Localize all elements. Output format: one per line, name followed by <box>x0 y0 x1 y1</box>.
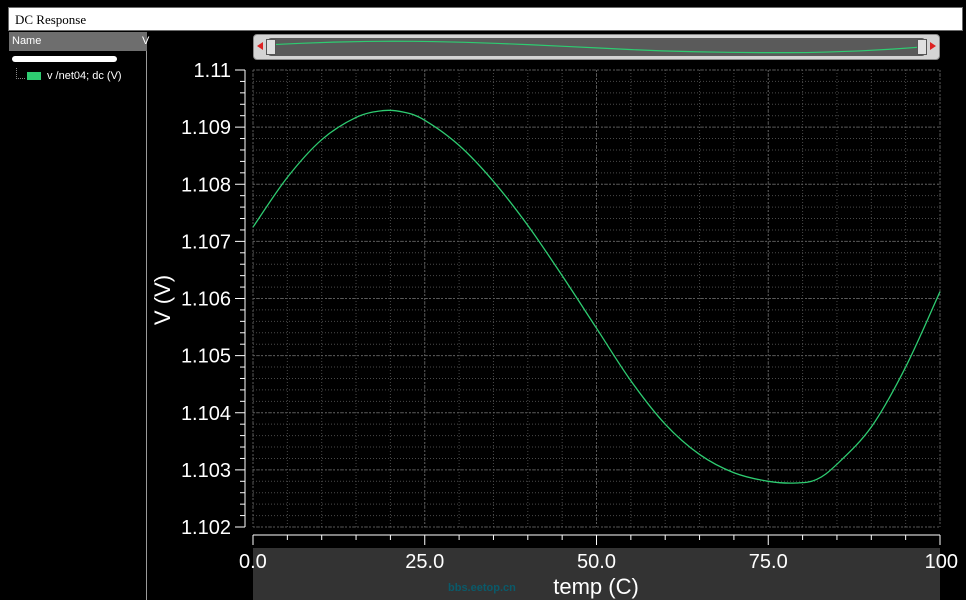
watermark: bbs.eetop.cn <box>448 582 516 594</box>
x-tick-label: 25.0 <box>405 551 444 573</box>
grid <box>252 69 941 528</box>
x-tick-label: 100 <box>925 551 958 573</box>
y-tick-label: 1.106 <box>181 289 231 311</box>
y-tick-label: 1.108 <box>181 174 231 196</box>
x-tick-label: 0.0 <box>239 551 267 573</box>
y-axis-title: V (V) <box>150 275 175 325</box>
y-tick-label: 1.109 <box>181 117 231 139</box>
x-axis-title: temp (C) <box>553 574 639 599</box>
dc-response-chart: 1.102 1.103 1.104 1.105 1.106 1.107 1.108 1.109… <box>150 60 958 599</box>
y-tick-label: 1.105 <box>181 346 231 368</box>
y-tick-label: 1.104 <box>181 403 231 425</box>
y-tick-label: 1.11 <box>194 60 231 82</box>
x-tick-label: 50.0 <box>577 551 616 573</box>
x-tick-label: 75.0 <box>749 551 788 573</box>
y-tick-label: 1.107 <box>181 231 231 253</box>
ticks: 1.102 1.103 1.104 1.105 1.106 1.107 1.108 1.109… <box>181 60 958 573</box>
y-tick-label: 1.103 <box>181 460 231 482</box>
y-tick-label: 1.102 <box>181 517 231 539</box>
